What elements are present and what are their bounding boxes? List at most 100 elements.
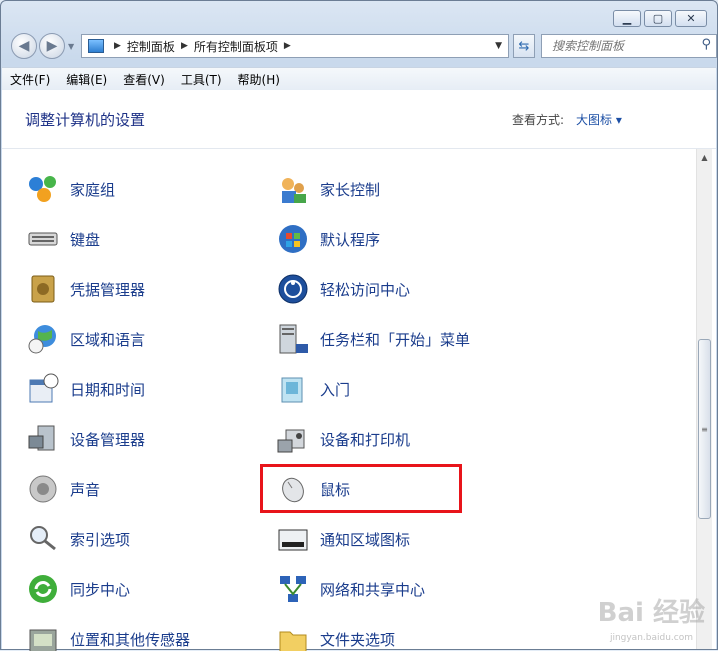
view-by-label: 查看方式:	[512, 113, 565, 127]
close-button[interactable]: ✕	[675, 10, 707, 27]
control-panel-window: ▁ ▢ ✕ ◀ ▶ ▼ ▶ 控制面板 ▶ 所有控制面板项 ▶ ▼ ⇆ ⚲ 文件(…	[0, 0, 718, 651]
item-label: 通知区域图标	[320, 530, 411, 549]
item-credential-manager[interactable]: 凭据管理器	[26, 269, 145, 309]
default-programs-icon	[276, 222, 310, 256]
item-label: 设备管理器	[70, 430, 146, 449]
scroll-up-icon[interactable]: ▲	[697, 149, 712, 165]
item-homegroup[interactable]: 家庭组	[26, 169, 115, 209]
homegroup-icon	[26, 172, 60, 206]
notification-area-icon	[276, 522, 310, 556]
address-dropdown-icon[interactable]: ▼	[495, 41, 502, 51]
item-ease-of-access[interactable]: 轻松访问中心	[276, 269, 410, 309]
item-label: 家庭组	[70, 180, 116, 199]
items-grid: 家庭组 键盘 凭据管理器 区域和语言 日期和时间 设备管理器 声音 索引选项 同…	[2, 149, 692, 651]
item-label: 任务栏和「开始」菜单	[320, 330, 471, 349]
watermark: Bai 经验	[597, 598, 705, 628]
breadcrumb-separator-icon[interactable]: ▶	[284, 41, 291, 51]
item-location-sensors[interactable]: 位置和其他传感器	[26, 619, 190, 651]
maximize-button[interactable]: ▢	[644, 10, 672, 27]
page-title: 调整计算机的设置	[25, 111, 146, 129]
menu-bar: 文件(F) 编辑(E) 查看(V) 工具(T) 帮助(H)	[2, 67, 716, 91]
item-keyboard[interactable]: 键盘	[26, 219, 100, 259]
item-label: 日期和时间	[70, 380, 146, 399]
item-label: 轻松访问中心	[320, 280, 411, 299]
view-by-value: 大图标	[576, 113, 613, 127]
item-network-sharing[interactable]: 网络和共享中心	[276, 569, 425, 609]
scrollbar-thumb[interactable]: ≡	[698, 339, 711, 519]
calendar-clock-icon	[26, 372, 60, 406]
mouse-highlight-box	[260, 464, 462, 513]
forward-button[interactable]: ▶	[39, 33, 65, 59]
view-by-dropdown[interactable]: 大图标 ▾	[576, 111, 622, 128]
menu-help[interactable]: 帮助(H)	[230, 71, 288, 88]
navigation-bar: ◀ ▶ ▼ ▶ 控制面板 ▶ 所有控制面板项 ▶ ▼ ⇆ ⚲	[9, 31, 717, 61]
item-sound[interactable]: 声音	[26, 469, 100, 509]
sync-icon	[26, 572, 60, 606]
sensor-icon	[26, 622, 60, 651]
item-notification-icons[interactable]: 通知区域图标	[276, 519, 410, 559]
globe-clock-icon	[26, 322, 60, 356]
back-button[interactable]: ◀	[11, 33, 37, 59]
item-parental-controls[interactable]: 家长控制	[276, 169, 380, 209]
item-label: 入门	[320, 380, 351, 399]
vault-icon	[26, 272, 60, 306]
control-panel-icon	[88, 39, 104, 53]
item-devices-printers[interactable]: 设备和打印机	[276, 419, 410, 459]
item-label: 声音	[70, 480, 101, 499]
magnifier-icon	[26, 522, 60, 556]
dropdown-arrow-icon: ▾	[615, 113, 622, 127]
search-box[interactable]: ⚲	[541, 34, 717, 58]
item-date-time[interactable]: 日期和时间	[26, 369, 145, 409]
item-indexing-options[interactable]: 索引选项	[26, 519, 130, 559]
item-label: 凭据管理器	[70, 280, 146, 299]
search-icon[interactable]: ⚲	[701, 37, 711, 52]
device-manager-icon	[26, 422, 60, 456]
caption-buttons: ▁ ▢ ✕	[610, 10, 707, 27]
item-label: 同步中心	[70, 580, 131, 599]
item-label: 区域和语言	[70, 330, 146, 349]
back-arrow-icon: ◀	[18, 38, 30, 54]
item-label: 位置和其他传感器	[70, 630, 191, 649]
breadcrumb-separator-icon[interactable]: ▶	[114, 41, 121, 51]
refresh-icon: ⇆	[518, 38, 530, 54]
forward-arrow-icon: ▶	[46, 38, 58, 54]
watermark-url: jingyan.baidu.com	[609, 633, 693, 643]
item-folder-options[interactable]: 文件夹选项	[276, 619, 395, 651]
recent-pages-dropdown[interactable]: ▼	[68, 42, 76, 51]
item-label: 网络和共享中心	[320, 580, 426, 599]
item-label: 文件夹选项	[320, 630, 396, 649]
keyboard-icon	[26, 222, 60, 256]
breadcrumb-all-items[interactable]: 所有控制面板项	[194, 38, 278, 55]
menu-view[interactable]: 查看(V)	[115, 71, 173, 88]
item-device-manager[interactable]: 设备管理器	[26, 419, 145, 459]
item-label: 键盘	[70, 230, 101, 249]
taskbar-icon	[276, 322, 310, 356]
printer-icon	[276, 422, 310, 456]
menu-tools[interactable]: 工具(T)	[173, 71, 230, 88]
item-label: 索引选项	[70, 530, 131, 549]
content-header: 调整计算机的设置 查看方式: 大图标 ▾	[2, 90, 716, 149]
item-label: 家长控制	[320, 180, 381, 199]
menu-file[interactable]: 文件(F)	[2, 71, 58, 88]
refresh-button[interactable]: ⇆	[513, 34, 535, 58]
item-region-language[interactable]: 区域和语言	[26, 319, 145, 359]
folder-icon	[276, 622, 310, 651]
item-taskbar-start-menu[interactable]: 任务栏和「开始」菜单	[276, 319, 470, 359]
address-bar[interactable]: ▶ 控制面板 ▶ 所有控制面板项 ▶ ▼	[81, 34, 509, 58]
getting-started-icon	[276, 372, 310, 406]
minimize-button[interactable]: ▁	[613, 10, 641, 27]
content-area: 调整计算机的设置 查看方式: 大图标 ▾ 家庭组 键盘 凭据管理器 区域和语言	[2, 90, 716, 651]
vertical-scrollbar[interactable]: ▲ ≡	[696, 149, 712, 649]
item-sync-center[interactable]: 同步中心	[26, 569, 130, 609]
ease-of-access-icon	[276, 272, 310, 306]
item-default-programs[interactable]: 默认程序	[276, 219, 380, 259]
search-input[interactable]	[550, 35, 694, 57]
item-label: 设备和打印机	[320, 430, 411, 449]
item-getting-started[interactable]: 入门	[276, 369, 350, 409]
breadcrumb-separator-icon[interactable]: ▶	[181, 41, 188, 51]
breadcrumb-control-panel[interactable]: 控制面板	[127, 38, 175, 55]
speaker-icon	[26, 472, 60, 506]
parental-controls-icon	[276, 172, 310, 206]
network-icon	[276, 572, 310, 606]
menu-edit[interactable]: 编辑(E)	[58, 71, 115, 88]
